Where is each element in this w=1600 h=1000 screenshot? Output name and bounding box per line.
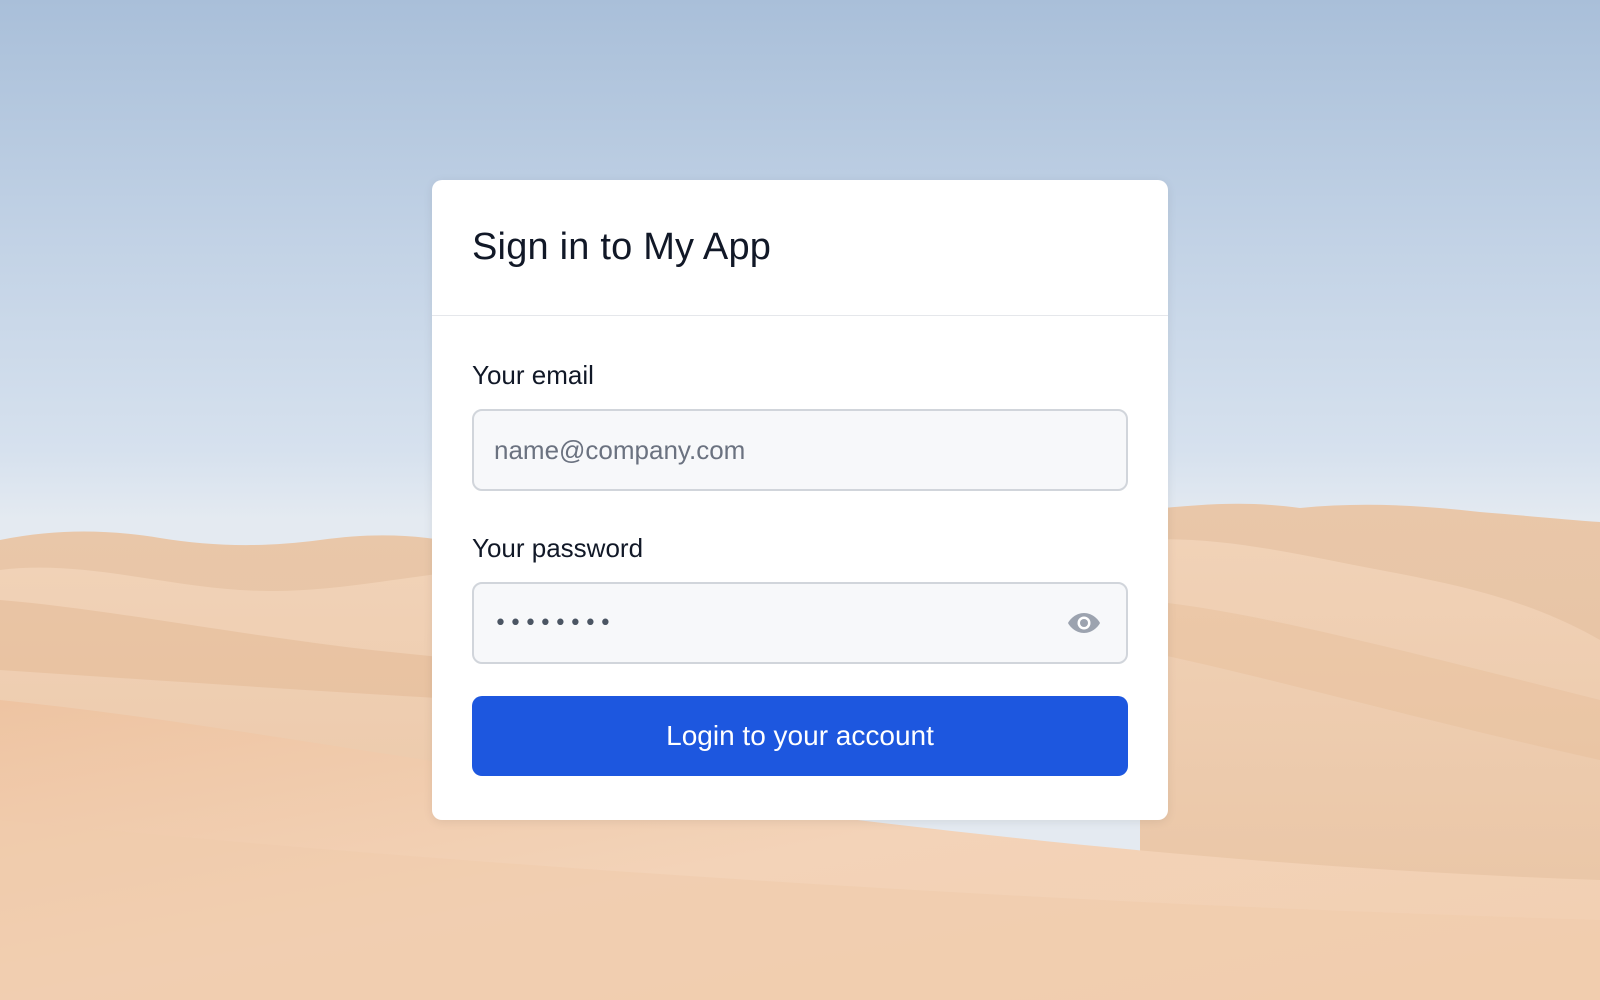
password-field[interactable]: •••••••• (472, 582, 1128, 664)
login-button[interactable]: Login to your account (472, 696, 1128, 776)
eye-icon[interactable] (1066, 605, 1102, 641)
email-field[interactable] (474, 411, 1126, 489)
email-field-wrapper (472, 409, 1128, 491)
login-card: Sign in to My App Your email Your passwo… (432, 180, 1168, 820)
email-label: Your email (472, 360, 594, 390)
password-masked-value: •••••••• (494, 610, 614, 636)
password-label: Your password (472, 533, 644, 563)
login-form: Your email Your password •••••••• Login … (432, 316, 1168, 776)
page-title: Sign in to My App (472, 226, 772, 268)
card-header: Sign in to My App (432, 180, 1168, 316)
